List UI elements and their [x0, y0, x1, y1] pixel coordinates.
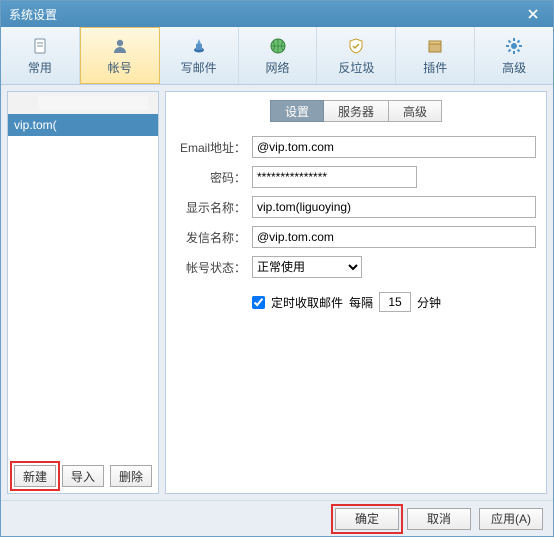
account-list-item[interactable]: vip.tom(	[8, 114, 158, 136]
toolbar-label: 常用	[28, 59, 52, 76]
toolbar-item-compose[interactable]: 写邮件	[160, 27, 239, 84]
status-select[interactable]: 正常使用	[252, 256, 362, 278]
user-icon	[110, 36, 130, 56]
settings-window: 系统设置 常用 帐号 写邮件 网络 反垃圾 插件	[0, 0, 554, 537]
import-account-button[interactable]: 导入	[62, 465, 104, 487]
window-title: 系统设置	[9, 6, 521, 23]
toolbar-label: 网络	[266, 59, 290, 76]
dialog-button-bar: 确定 取消 应用(A)	[1, 500, 553, 536]
email-input[interactable]	[252, 136, 536, 158]
window-close-button[interactable]	[521, 4, 545, 24]
inner-tab-bar: 设置 服务器 高级	[176, 100, 536, 122]
cancel-button[interactable]: 取消	[407, 508, 471, 530]
email-label: Email地址：	[176, 139, 246, 156]
account-list-item[interactable]	[8, 92, 158, 114]
password-label: 密码：	[176, 169, 246, 186]
form-row-displayname: 显示名称：	[176, 196, 536, 218]
new-account-button[interactable]: 新建	[14, 465, 56, 487]
timed-fetch-checkbox[interactable]	[252, 296, 265, 309]
toolbar-item-general[interactable]: 常用	[1, 27, 80, 84]
displayname-input[interactable]	[252, 196, 536, 218]
form-row-interval: 定时收取邮件 每隔 分钟	[252, 292, 536, 312]
toolbar-label: 反垃圾	[338, 59, 374, 76]
globe-icon	[268, 36, 288, 56]
toolbar-label: 高级	[502, 59, 526, 76]
interval-suffix: 分钟	[417, 294, 441, 311]
account-buttons: 新建 导入 删除	[8, 459, 158, 493]
main-toolbar: 常用 帐号 写邮件 网络 反垃圾 插件 高级	[1, 27, 553, 85]
titlebar: 系统设置	[1, 1, 553, 27]
toolbar-label: 写邮件	[181, 59, 217, 76]
status-label: 帐号状态：	[176, 259, 246, 276]
inner-tab-server[interactable]: 服务器	[324, 100, 389, 122]
toolbar-label: 插件	[423, 59, 447, 76]
account-detail-pane: 设置 服务器 高级 Email地址： 密码： 显示名称： 发信名称	[165, 91, 547, 494]
account-list: vip.tom(	[8, 92, 158, 459]
gear-icon	[504, 36, 524, 56]
displayname-label: 显示名称：	[176, 199, 246, 216]
form-row-email: Email地址：	[176, 136, 536, 158]
toolbar-item-antispam[interactable]: 反垃圾	[317, 27, 396, 84]
ok-button[interactable]: 确定	[335, 508, 399, 530]
toolbar-label: 帐号	[108, 59, 132, 76]
apply-button[interactable]: 应用(A)	[479, 508, 543, 530]
delete-account-button[interactable]: 删除	[110, 465, 152, 487]
account-form: Email地址： 密码： 显示名称： 发信名称： 帐号状态： 正常使	[176, 136, 536, 312]
interval-prefix: 每隔	[349, 294, 373, 311]
shield-icon	[346, 36, 366, 56]
toolbar-item-network[interactable]: 网络	[239, 27, 318, 84]
sendername-label: 发信名称：	[176, 229, 246, 246]
password-input[interactable]	[252, 166, 417, 188]
inner-tab-advanced[interactable]: 高级	[389, 100, 442, 122]
toolbar-item-plugins[interactable]: 插件	[396, 27, 475, 84]
inner-tab-settings[interactable]: 设置	[270, 100, 324, 122]
content-body: vip.tom( 新建 导入 删除 设置 服务器 高级 Email地址： 密码：	[1, 85, 553, 500]
form-row-sendername: 发信名称：	[176, 226, 536, 248]
box-icon	[425, 36, 445, 56]
toolbar-item-advanced[interactable]: 高级	[475, 27, 553, 84]
timed-fetch-label: 定时收取邮件	[271, 294, 343, 311]
toolbar-item-account[interactable]: 帐号	[80, 27, 160, 84]
form-row-password: 密码：	[176, 166, 536, 188]
page-icon	[30, 36, 50, 56]
close-icon	[528, 9, 538, 19]
sendername-input[interactable]	[252, 226, 536, 248]
inkwell-icon	[189, 36, 209, 56]
interval-input[interactable]	[379, 292, 411, 312]
form-row-status: 帐号状态： 正常使用	[176, 256, 536, 278]
account-list-pane: vip.tom( 新建 导入 删除	[7, 91, 159, 494]
